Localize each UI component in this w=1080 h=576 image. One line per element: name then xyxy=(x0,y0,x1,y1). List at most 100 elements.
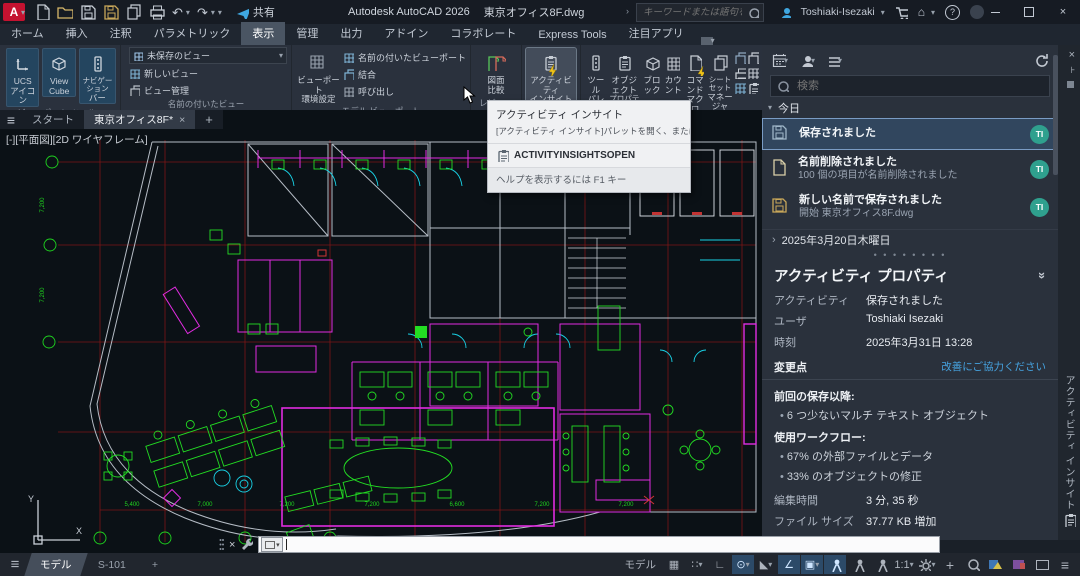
navigation-bar-button[interactable]: ナビゲーションバー xyxy=(79,48,116,104)
help-icon[interactable]: ? xyxy=(945,5,960,20)
activity-item-saved-as[interactable]: 新しい名前で保存されました 開始 東京オフィス8F.dwg TI xyxy=(762,188,1058,226)
autodesk-a-icon[interactable]: ⌂ xyxy=(918,5,925,19)
count-palette-button[interactable]: カウント xyxy=(663,48,683,95)
viewport-configuration-button[interactable]: ビューポート環境設定 xyxy=(296,48,341,105)
batch-plot-icon[interactable] xyxy=(126,4,142,20)
palette-search[interactable] xyxy=(770,75,1050,97)
hardware-acceleration-button[interactable] xyxy=(1008,555,1030,574)
palette-extra-icon-4[interactable] xyxy=(747,52,759,64)
restore-button[interactable] xyxy=(1012,0,1046,24)
command-input[interactable]: ▾ xyxy=(258,536,940,553)
feedback-link[interactable]: 改善にご協力ください xyxy=(941,359,1046,374)
clean-screen-button[interactable] xyxy=(1031,555,1053,574)
blocks-palette-button[interactable]: ブロック xyxy=(642,48,662,95)
palette-scrollbar[interactable] xyxy=(1053,55,1058,175)
layout-tab-s101[interactable]: S-101 xyxy=(82,553,142,576)
status-bar-menu-icon[interactable]: ≡ xyxy=(1054,555,1076,574)
layout-menu-icon[interactable]: ≡ xyxy=(4,555,26,574)
tab-home[interactable]: ホーム xyxy=(0,22,55,45)
graphics-performance-button[interactable] xyxy=(985,555,1007,574)
plot-icon[interactable] xyxy=(149,4,165,20)
snap-mode-toggle[interactable]: ∷▾ xyxy=(686,555,708,574)
tab-insert[interactable]: 挿入 xyxy=(55,22,99,45)
file-tab-menu-icon[interactable]: ≡ xyxy=(0,110,22,129)
palette-extra-icon-3[interactable] xyxy=(734,82,746,94)
splitter-grip[interactable]: • • • • • • • • xyxy=(762,251,1058,259)
activity-insights-button[interactable]: アクティビティインサイト xyxy=(526,48,576,105)
autodesk-menu-chevron-icon[interactable]: ▾ xyxy=(931,8,935,17)
annotation-scale-button[interactable] xyxy=(870,555,892,574)
ucs-icon-button[interactable]: UCSアイコン xyxy=(6,48,39,107)
infocenter-expand-icon[interactable]: › xyxy=(626,6,629,16)
minimize-button[interactable] xyxy=(978,0,1012,24)
join-viewports-button[interactable]: 結合 xyxy=(343,67,466,82)
tab-view[interactable]: 表示 xyxy=(241,22,285,45)
new-view-button[interactable]: 新しいビュー xyxy=(129,66,198,81)
group-date-collapsed[interactable]: › 2025年3月20日木曜日 xyxy=(762,229,1058,251)
viewport-controls-label[interactable]: [-][平面図][2D ワイヤフレーム] xyxy=(6,132,148,147)
refresh-button[interactable] xyxy=(1034,53,1048,67)
command-grip-icon[interactable] xyxy=(219,538,224,551)
command-customize-wrench-icon[interactable] xyxy=(240,538,253,551)
annotation-visibility-toggle[interactable] xyxy=(824,555,846,574)
drawing-compare-button[interactable]: 図面比較 xyxy=(475,48,517,95)
scale-value-button[interactable]: 1:1▾ xyxy=(893,555,915,574)
named-viewports-button[interactable]: 名前の付いたビューポート xyxy=(343,50,466,65)
customization-button[interactable]: + xyxy=(939,555,961,574)
activity-item-purged[interactable]: 名前削除されました 100 個の項目が名前削除されました TI xyxy=(762,150,1058,188)
user-filter-button[interactable]: ▾ xyxy=(800,54,815,67)
undo-chevron-icon[interactable]: ▾ xyxy=(186,8,190,17)
restore-viewports-button[interactable]: 呼び出し xyxy=(343,84,466,99)
file-tab-close-icon[interactable]: × xyxy=(179,114,185,126)
ortho-mode-toggle[interactable]: ∟ xyxy=(709,555,731,574)
user-name[interactable]: Toshiaki-Isezaki xyxy=(801,6,875,18)
palette-autohide-icon[interactable]: ⊦ xyxy=(1070,65,1075,76)
view-dropdown[interactable]: 未保存のビュー ▾ xyxy=(129,47,287,64)
palette-extra-icon-5[interactable] xyxy=(747,67,759,79)
new-file-icon[interactable] xyxy=(35,4,50,20)
tab-parametric[interactable]: パラメトリック xyxy=(143,22,242,45)
search-icon[interactable] xyxy=(748,7,759,18)
polar-tracking-toggle[interactable]: ⊙▾ xyxy=(732,555,754,574)
redo-icon[interactable]: ↷ xyxy=(197,6,208,19)
collapse-section-icon[interactable]: » xyxy=(1035,271,1050,278)
ribbon-display-toggle[interactable]: ▾ xyxy=(701,36,715,45)
infocenter-search[interactable] xyxy=(636,3,764,22)
isolate-objects-button[interactable] xyxy=(962,555,984,574)
palette-extra-icon-1[interactable] xyxy=(734,52,746,64)
recent-commands-button[interactable]: ▾ xyxy=(261,537,283,552)
share-button[interactable]: 共有 xyxy=(236,4,275,20)
group-today[interactable]: ▾ 今日 xyxy=(762,97,1058,118)
tab-express-tools[interactable]: Express Tools xyxy=(527,26,617,45)
tab-addins[interactable]: アドイン xyxy=(373,22,439,45)
close-button[interactable]: × xyxy=(1046,0,1080,24)
palette-close-icon[interactable]: × xyxy=(1069,49,1075,61)
tab-manage[interactable]: 管理 xyxy=(285,22,329,45)
sheet-set-manager-button[interactable]: シート セットマネージャ xyxy=(707,48,733,112)
command-close-icon[interactable]: × xyxy=(229,539,235,551)
isodraft-toggle[interactable]: ◣▾ xyxy=(755,555,777,574)
file-tab-start[interactable]: スタート xyxy=(22,110,84,129)
view-cube-button[interactable]: ViewCube xyxy=(42,48,75,97)
tab-output[interactable]: 出力 xyxy=(329,22,373,45)
event-filter-button[interactable]: ▾ xyxy=(827,54,842,67)
file-tab-new-icon[interactable]: + xyxy=(195,110,223,129)
open-folder-icon[interactable] xyxy=(57,4,73,20)
tab-featured-apps[interactable]: 注目アプリ xyxy=(618,22,695,45)
view-manager-button[interactable]: ビュー管理 xyxy=(129,83,189,98)
grid-display-toggle[interactable]: ▦ xyxy=(663,555,685,574)
palette-properties-icon[interactable] xyxy=(1067,81,1074,88)
workspace-switching-button[interactable]: ▾ xyxy=(916,555,938,574)
user-menu-chevron-icon[interactable]: ▾ xyxy=(881,8,885,17)
object-snap-toggle[interactable]: ▣▾ xyxy=(801,555,823,574)
activity-item-saved[interactable]: 保存されました TI xyxy=(762,118,1058,150)
layout-tab-new-icon[interactable]: + xyxy=(136,553,174,576)
model-space-label[interactable]: モデル xyxy=(625,557,657,572)
app-menu-chevron-icon[interactable]: ▾ xyxy=(21,8,25,17)
date-filter-button[interactable]: ▾ xyxy=(772,53,788,67)
tab-annotate[interactable]: 注釈 xyxy=(99,22,143,45)
search-input[interactable] xyxy=(641,6,744,19)
object-snap-tracking-toggle[interactable]: ∠ xyxy=(778,555,800,574)
file-tab-document[interactable]: 東京オフィス8F* × xyxy=(84,110,195,129)
palette-search-input[interactable] xyxy=(795,79,1043,93)
